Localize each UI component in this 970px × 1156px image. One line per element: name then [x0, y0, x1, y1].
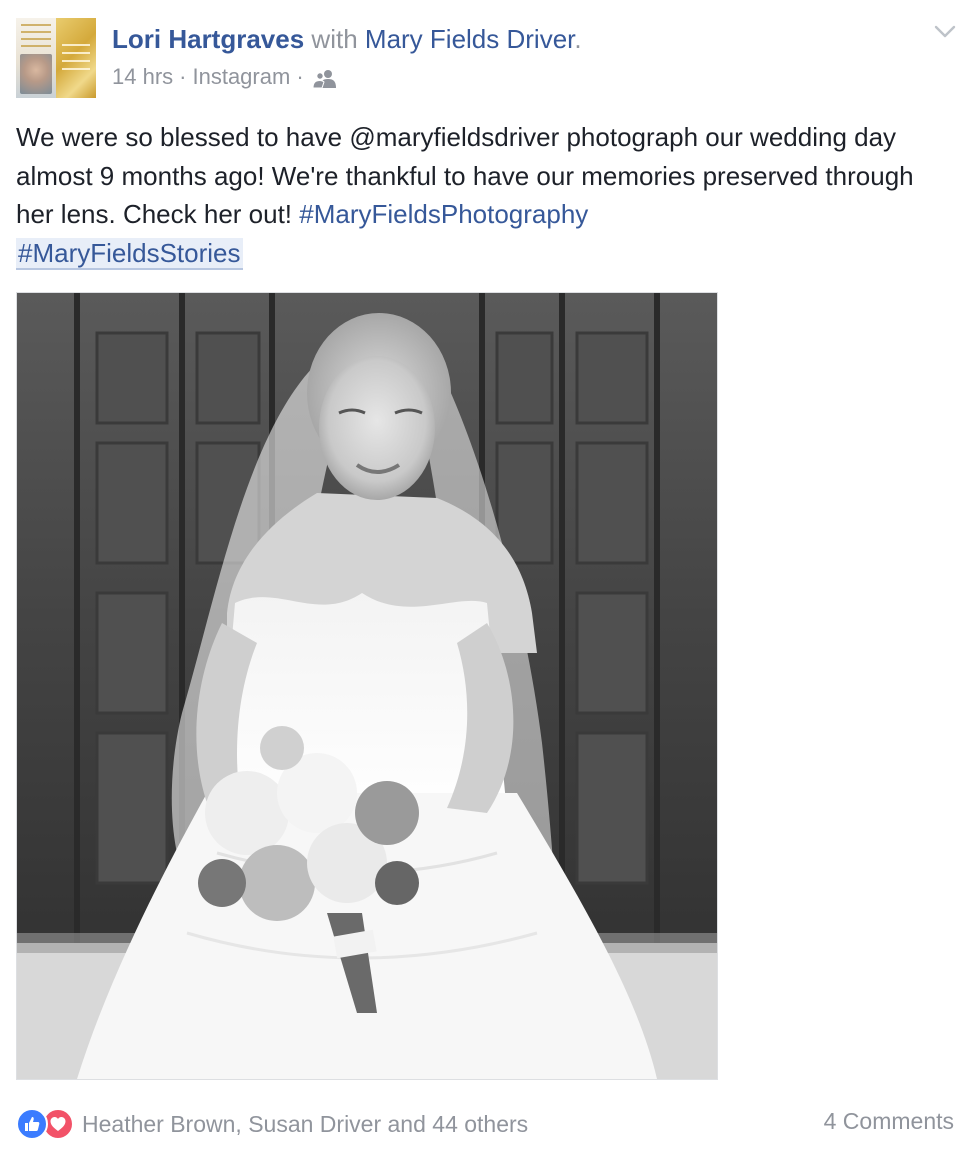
- hashtag-link-highlighted[interactable]: #MaryFieldsStories: [16, 237, 243, 270]
- source-link[interactable]: Instagram: [192, 62, 290, 92]
- comments-count-link[interactable]: 4 Comments: [824, 1108, 954, 1135]
- post-photo[interactable]: [16, 292, 718, 1080]
- with-text: with: [311, 24, 358, 54]
- tagged-person-link[interactable]: Mary Fields Driver: [365, 24, 574, 54]
- chevron-down-icon[interactable]: [934, 24, 956, 40]
- reactors-link[interactable]: Heather Brown, Susan Driver and 44 other…: [82, 1111, 528, 1138]
- timestamp-link[interactable]: 14 hrs: [112, 62, 173, 92]
- post-text: We were so blessed to have @maryfieldsdr…: [16, 118, 956, 272]
- like-icon: [16, 1108, 48, 1140]
- meta-separator: ·: [179, 64, 187, 89]
- friends-icon[interactable]: [312, 67, 338, 89]
- avatar-photo: [16, 18, 56, 98]
- avatar-gold-panel: [56, 18, 96, 98]
- post-author-line: Lori Hartgraves with Mary Fields Driver.: [112, 22, 582, 56]
- author-name-link[interactable]: Lori Hartgraves: [112, 24, 304, 54]
- meta-separator: ·: [296, 64, 304, 89]
- facebook-post: Lori Hartgraves with Mary Fields Driver.…: [0, 0, 970, 1156]
- post-meta: 14 hrs · Instagram ·: [112, 62, 338, 92]
- profile-avatar[interactable]: [16, 18, 96, 98]
- hashtag-link[interactable]: #MaryFieldsPhotography: [299, 199, 588, 229]
- reactions-summary[interactable]: Heather Brown, Susan Driver and 44 other…: [16, 1106, 528, 1142]
- period: .: [574, 24, 582, 54]
